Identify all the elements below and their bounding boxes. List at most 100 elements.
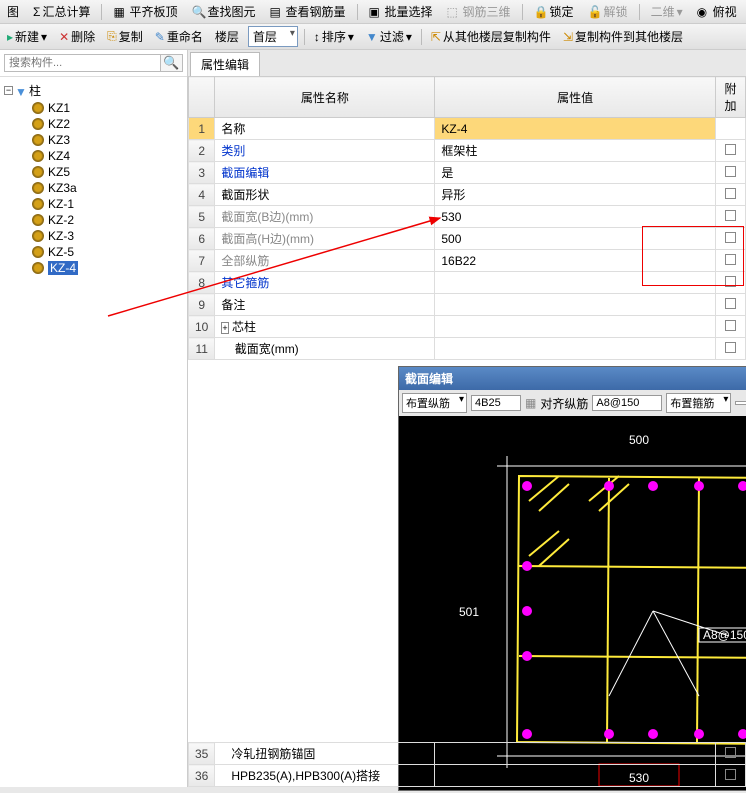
view-2d-dropdown[interactable]: 二维 ▾ <box>648 2 686 21</box>
property-table-bottom: 35 冷轧扭钢筋锚固(35)36 HPB235(A),HPB300(A)搭接(4… <box>188 742 746 787</box>
rebar-spec-input[interactable] <box>471 395 521 411</box>
section-canvas[interactable]: A8@150 500 501 500 530 <box>399 416 746 790</box>
header-name: 属性名称 <box>215 77 435 118</box>
row-number: 1 <box>189 118 215 140</box>
tree-item-kz4[interactable]: KZ4 <box>4 148 183 164</box>
property-name: 类别 <box>215 140 435 162</box>
property-extra[interactable] <box>716 206 746 228</box>
row-number: 4 <box>189 184 215 206</box>
copy-button[interactable]: ⎘ 复制 <box>104 27 146 46</box>
property-extra[interactable] <box>716 118 746 140</box>
floor-combo[interactable]: 首层 <box>248 26 298 47</box>
stirrup-spec-input[interactable] <box>592 395 662 411</box>
property-row[interactable]: 3截面编辑是 <box>189 162 746 184</box>
row-number: 35 <box>189 743 215 765</box>
property-value[interactable]: (47) <box>435 765 716 787</box>
property-extra[interactable] <box>716 765 746 787</box>
search-input[interactable] <box>4 54 161 72</box>
property-value[interactable]: (35) <box>435 743 716 765</box>
property-value[interactable]: 500 <box>435 228 716 250</box>
search-button[interactable]: 🔍 <box>161 54 183 72</box>
property-extra[interactable] <box>716 250 746 272</box>
unlock-button[interactable]: 🔓解锁 <box>585 2 631 21</box>
perspective-button[interactable]: ◉俯视 <box>694 2 740 21</box>
property-name: 截面宽(B边)(mm) <box>215 206 435 228</box>
property-value[interactable] <box>435 316 716 338</box>
tree-item-kz-1[interactable]: KZ-1 <box>4 196 183 212</box>
property-value[interactable]: 异形 <box>435 184 716 206</box>
property-extra[interactable] <box>716 140 746 162</box>
row-number: 6 <box>189 228 215 250</box>
tree-item-kz-2[interactable]: KZ-2 <box>4 212 183 228</box>
property-row[interactable]: 4截面形状异形 <box>189 184 746 206</box>
gear-icon <box>32 118 44 130</box>
property-extra[interactable] <box>716 338 746 360</box>
row-number: 9 <box>189 294 215 316</box>
lock-button[interactable]: 🔒锁定 <box>531 2 577 21</box>
property-row[interactable]: 10+ 芯柱 <box>189 316 746 338</box>
layout-rebar-combo[interactable]: 布置纵筋 <box>402 393 467 413</box>
delete-button[interactable]: ✕ 删除 <box>56 27 98 46</box>
property-extra[interactable] <box>716 743 746 765</box>
tree-item-kz3a[interactable]: KZ3a <box>4 180 183 196</box>
copy-to-floor-button[interactable]: ⇲ 复制构件到其他楼层 <box>560 27 686 46</box>
expand-icon[interactable]: − <box>4 86 13 95</box>
gear-icon <box>32 182 44 194</box>
copy-from-floor-button[interactable]: ⇱ 从其他楼层复制构件 <box>428 27 554 46</box>
property-row[interactable]: 7全部纵筋16B22 <box>189 250 746 272</box>
property-value[interactable]: 是 <box>435 162 716 184</box>
empty-combo[interactable] <box>735 401 746 405</box>
new-button[interactable]: ▸ 新建 ▾ <box>4 27 50 46</box>
rebar-3d-button[interactable]: ⬚钢筋三维 <box>444 2 514 21</box>
property-row[interactable]: 36 HPB235(A),HPB300(A)搭接(47) <box>189 765 746 787</box>
property-value[interactable]: 16B22 <box>435 250 716 272</box>
property-row[interactable]: 9备注 <box>189 294 746 316</box>
property-row[interactable]: 6截面高(H边)(mm)500 <box>189 228 746 250</box>
property-extra[interactable] <box>716 184 746 206</box>
rename-button[interactable]: ✎ 重命名 <box>152 27 206 46</box>
tree-root-label[interactable]: 柱 <box>29 82 41 99</box>
property-extra[interactable] <box>716 316 746 338</box>
property-extra[interactable] <box>716 294 746 316</box>
flat-roof-button[interactable]: ▦平齐板顶 <box>110 2 180 21</box>
tree-item-kz3[interactable]: KZ3 <box>4 132 183 148</box>
property-value[interactable] <box>435 338 716 360</box>
sort-button[interactable]: ↕ 排序 ▾ <box>311 27 357 46</box>
find-element-button[interactable]: 🔍查找图元 <box>188 2 258 21</box>
view-icon[interactable]: 图 <box>4 2 22 21</box>
tree-item-label: KZ3 <box>48 133 70 147</box>
tree-item-kz-4[interactable]: KZ-4 <box>4 260 183 276</box>
tree-item-kz5[interactable]: KZ5 <box>4 164 183 180</box>
property-row[interactable]: 2类别框架柱 <box>189 140 746 162</box>
tab-property-edit[interactable]: 属性编辑 <box>190 52 260 76</box>
property-name: 截面形状 <box>215 184 435 206</box>
property-extra[interactable] <box>716 272 746 294</box>
tree-item-kz1[interactable]: KZ1 <box>4 100 183 116</box>
property-row[interactable]: 35 冷轧扭钢筋锚固(35) <box>189 743 746 765</box>
filter-button[interactable]: ▼ 过滤 ▾ <box>363 27 415 46</box>
gear-icon <box>32 166 44 178</box>
view-rebar-button[interactable]: ▤查看钢筋量 <box>266 2 348 21</box>
property-value[interactable]: 框架柱 <box>435 140 716 162</box>
property-row[interactable]: 1名称KZ-4 <box>189 118 746 140</box>
property-row[interactable]: 8其它箍筋 <box>189 272 746 294</box>
layout-stirrup-combo[interactable]: 布置箍筋 <box>666 393 731 413</box>
property-value[interactable]: 530 <box>435 206 716 228</box>
property-row[interactable]: 5截面宽(B边)(mm)530 <box>189 206 746 228</box>
property-row[interactable]: 11 截面宽(mm) <box>189 338 746 360</box>
tree-item-kz-3[interactable]: KZ-3 <box>4 228 183 244</box>
batch-select-button[interactable]: ▣批量选择 <box>366 2 436 21</box>
expand-icon[interactable]: + <box>221 322 228 334</box>
property-value[interactable] <box>435 272 716 294</box>
secondary-toolbar: ▸ 新建 ▾ ✕ 删除 ⎘ 复制 ✎ 重命名 楼层 首层 ↕ 排序 ▾ ▼ 过滤… <box>0 24 746 50</box>
row-number: 2 <box>189 140 215 162</box>
property-extra[interactable] <box>716 228 746 250</box>
main-toolbar: 图 Σ 汇总计算 ▦平齐板顶 🔍查找图元 ▤查看钢筋量 ▣批量选择 ⬚钢筋三维 … <box>0 0 746 24</box>
property-extra[interactable] <box>716 162 746 184</box>
property-value[interactable] <box>435 294 716 316</box>
tree-item-label: KZ5 <box>48 165 70 179</box>
tree-item-kz-5[interactable]: KZ-5 <box>4 244 183 260</box>
tree-item-kz2[interactable]: KZ2 <box>4 116 183 132</box>
property-value[interactable]: KZ-4 <box>435 118 716 140</box>
summary-calc-button[interactable]: Σ 汇总计算 <box>30 2 93 21</box>
